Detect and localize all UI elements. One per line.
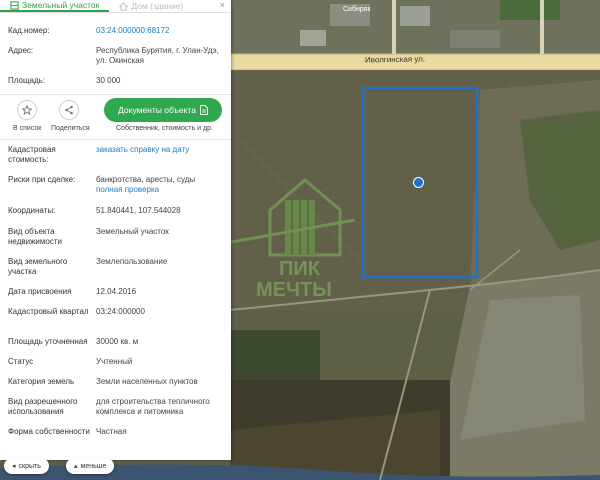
hide-panel-button[interactable]: ◂ скрыть [4,458,49,474]
hide-label: скрыть [18,462,41,470]
area-value: 30 000 [96,76,121,85]
field-refined-area: Площадь уточненная 30000 кв. м [0,337,231,347]
field-object-type: Вид объекта недвижимости Земельный участ… [0,227,231,247]
less-label: меньше [80,462,107,470]
risks-text: банкротства, аресты, суды [96,175,196,184]
field-label: Риски при сделке: [8,175,76,184]
field-label: Вид земельного участка [8,257,68,276]
info-panel: Земельный участок Дом (здание) × Кад.ном… [0,0,231,460]
field-ownership: Форма собственности Частная [0,427,231,437]
field-area: Площадь: 30 000 [0,76,231,86]
field-address: Адрес: Республика Бурятия, г. Улан-Удэ, … [0,46,231,66]
field-label: Форма собственности [8,427,90,436]
documents-button[interactable]: Документы объекта [104,98,222,122]
cadastral-number-link[interactable]: 03:24:000000:68172 [96,26,223,36]
permitted-use-value: для строительства тепличного комплекса и… [96,397,210,416]
address-value: Республика Бурятия, г. Улан-Удэ, ул. Оки… [96,46,219,65]
field-label: Вид объекта недвижимости [8,227,62,246]
field-label: Статус [8,357,34,366]
tab-building[interactable]: Дом (здание) [109,0,193,12]
watermark-text-line1: ПИК [279,258,320,280]
field-land-category: Категория земель Земли населенных пункто… [0,377,231,387]
cadastral-quarter-value: 03:24:000000 [96,307,145,316]
document-icon [199,105,208,115]
share-button[interactable] [59,100,79,120]
field-cadastral-value: Кадастровая стоимость: заказать справку … [0,145,231,165]
order-certificate-link[interactable]: заказать справку на дату [96,145,223,165]
field-assignment-date: Дата присвоения 12.04.2016 [0,287,231,297]
land-category-value: Земли населенных пунктов [96,377,198,386]
share-icon [65,105,73,115]
tab-bar: Земельный участок Дом (здание) × [0,0,231,13]
coordinates-value: 51.840441, 107.544028 [96,206,181,215]
field-status: Статус Учтенный [0,357,231,367]
field-label: Категория земель [8,377,75,386]
field-label: Адрес: [8,46,34,55]
documents-subtitle: Собственник, стоимость и др. [116,125,213,132]
close-icon[interactable]: × [220,0,225,10]
field-label: Дата присвоения [8,287,72,296]
house-icon [119,1,129,11]
watermark-text-line2: МЕЧТЫ [256,279,332,301]
favorite-button[interactable] [17,100,37,120]
arrow-left-icon: ◂ [12,463,16,470]
field-risks: Риски при сделке: банкротства, аресты, с… [0,175,231,195]
field-label: Площадь уточненная [8,337,88,346]
land-plot-icon [10,0,19,10]
field-plot-type: Вид земельного участка Землепользование [0,257,231,277]
plot-type-value: Землепользование [96,257,168,266]
field-label: Кадастровый квартал [8,307,89,316]
action-bar: В список Поделиться Документы объекта Со… [0,94,231,140]
less-button[interactable]: ▴ меньше [66,458,115,474]
field-label: Площадь: [8,76,46,85]
top-place-label: Сибиряк [343,6,371,13]
documents-button-label: Документы объекта [118,105,196,115]
arrow-up-icon: ▴ [74,463,78,470]
field-cadastral-quarter: Кадастровый квартал 03:24:000000 [0,307,231,317]
field-label: Кад.номер: [8,26,50,35]
field-cadastral-number: Кад.номер: 03:24:000000:68172 [0,26,231,36]
tab-building-label: Дом (здание) [131,1,184,11]
field-permitted-use: Вид разрешенного использования для строи… [0,397,231,417]
field-label: Вид разрешенного использования [8,397,78,416]
star-icon [22,105,32,115]
assignment-date-value: 12.04.2016 [96,287,137,296]
field-label: Координаты: [8,206,56,215]
street-label: Иволгинская ул. [364,54,426,65]
favorite-label: В список [13,125,42,132]
tab-land-plot[interactable]: Земельный участок [0,0,110,12]
share-label: Поделиться [51,125,90,132]
field-label: Кадастровая стоимость: [8,145,56,164]
field-coordinates: Координаты: 51.840441, 107.544028 [0,206,231,216]
refined-area-value: 30000 кв. м [96,337,139,346]
location-pin[interactable] [413,177,424,188]
tab-land-plot-label: Земельный участок [22,0,100,10]
full-check-link[interactable]: полная проверка [96,185,159,194]
ownership-value: Частная [96,427,127,436]
object-type-value: Земельный участок [96,227,169,236]
status-value: Учтенный [96,357,133,366]
risks-value: банкротства, аресты, суды полная проверк… [96,175,223,195]
